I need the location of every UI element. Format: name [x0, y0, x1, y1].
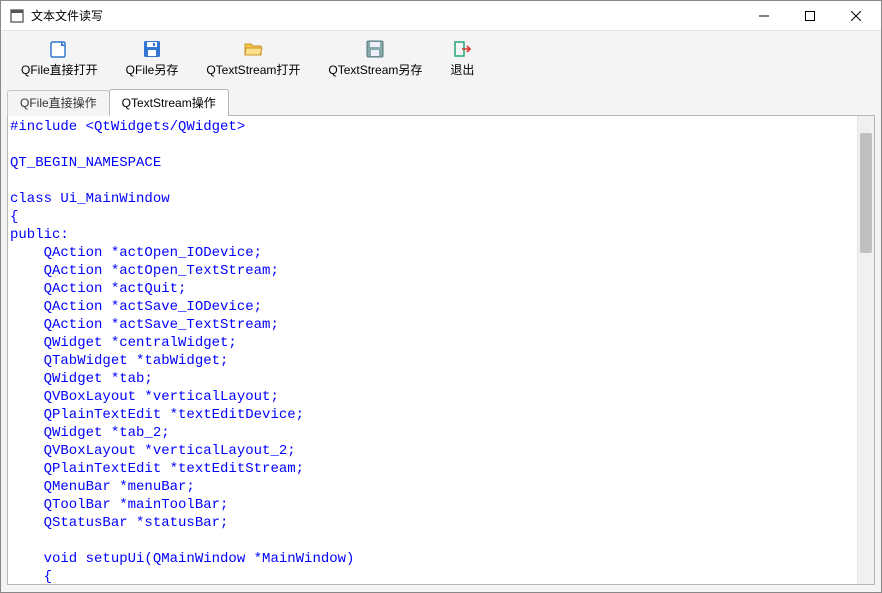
save-stream-icon	[365, 39, 385, 59]
close-button[interactable]	[833, 1, 879, 31]
toolbar-label: QTextStream另存	[328, 61, 422, 78]
minimize-button[interactable]	[741, 1, 787, 31]
vertical-scrollbar[interactable]	[857, 116, 874, 584]
exit-icon	[452, 39, 472, 59]
tab-label: QTextStream操作	[122, 96, 216, 110]
folder-open-icon	[243, 39, 263, 59]
content-area: #include <QtWidgets/QWidget> QT_BEGIN_NA…	[7, 116, 875, 585]
titlebar: 文本文件读写	[1, 1, 881, 31]
toolbar-label: QFile另存	[126, 61, 179, 78]
text-editor[interactable]: #include <QtWidgets/QWidget> QT_BEGIN_NA…	[8, 116, 857, 584]
tab-label: QFile直接操作	[20, 96, 97, 110]
client-area: QFile直接打开 QFile另存 QTextStream打开 QTextStr…	[1, 31, 881, 592]
save-icon	[142, 39, 162, 59]
qtextstream-save-button[interactable]: QTextStream另存	[314, 37, 436, 82]
tab-bar: QFile直接操作 QTextStream操作	[7, 88, 875, 116]
window-title: 文本文件读写	[31, 7, 103, 24]
qfile-save-button[interactable]: QFile另存	[112, 37, 193, 82]
toolbar-label: QTextStream打开	[206, 61, 300, 78]
tab-qtextstream[interactable]: QTextStream操作	[109, 89, 229, 116]
toolbar-label: QFile直接打开	[21, 61, 98, 78]
window-controls	[741, 1, 879, 30]
file-open-icon	[49, 39, 69, 59]
toolbar-label: 退出	[450, 61, 474, 78]
tab-qfile[interactable]: QFile直接操作	[7, 90, 110, 117]
exit-button[interactable]: 退出	[436, 37, 488, 82]
qfile-open-button[interactable]: QFile直接打开	[7, 37, 112, 82]
maximize-button[interactable]	[787, 1, 833, 31]
scrollbar-thumb[interactable]	[860, 133, 872, 253]
app-icon	[9, 8, 25, 24]
toolbar: QFile直接打开 QFile另存 QTextStream打开 QTextStr…	[7, 35, 875, 86]
qtextstream-open-button[interactable]: QTextStream打开	[192, 37, 314, 82]
